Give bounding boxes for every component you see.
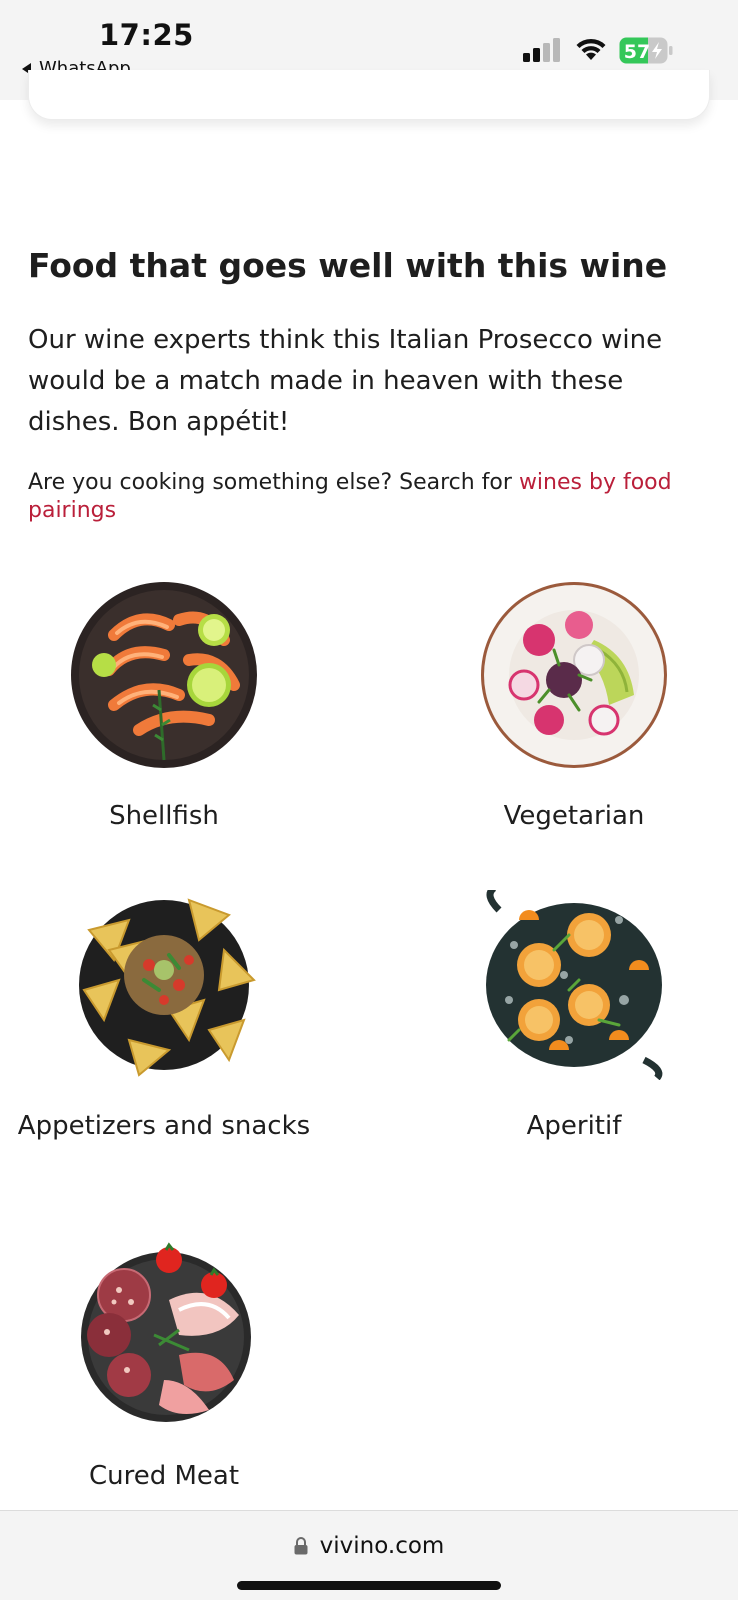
browser-bottom-bar: vivino.com [0, 1510, 738, 1600]
status-time: 17:25 [99, 18, 194, 52]
food-label-shellfish: Shellfish [109, 801, 219, 831]
food-label-cured-meat: Cured Meat [88, 1461, 240, 1491]
food-pairing-description: Our wine experts think this Italian Pros… [28, 325, 663, 437]
url-text: vivino.com [319, 1533, 445, 1559]
shrimp-plate-icon [71, 582, 257, 768]
salad-plate-icon [481, 582, 667, 768]
wifi-icon [576, 38, 606, 60]
battery-level: 57 [624, 41, 650, 63]
food-item-vegetarian[interactable]: Vegetarian [424, 580, 724, 837]
food-item-cured-meat[interactable]: Cured Meat [14, 1240, 314, 1497]
address-bar[interactable]: vivino.com [0, 1533, 738, 1559]
food-item-aperitif[interactable]: Aperitif [424, 890, 724, 1147]
home-indicator[interactable] [237, 1581, 501, 1590]
lock-icon [294, 1537, 308, 1555]
food-label-vegetarian: Vegetarian [503, 801, 645, 831]
food-item-appetizers[interactable]: Appetizers and snacks [14, 890, 314, 1147]
battery-icon: 57 [619, 37, 673, 64]
cellular-signal-icon [523, 38, 560, 62]
food-item-shellfish[interactable]: Shellfish [14, 580, 314, 837]
food-label-aperitif: Aperitif [526, 1111, 622, 1141]
previous-card-bottom [28, 70, 710, 120]
food-label-appetizers: Appetizers and snacks [17, 1111, 311, 1141]
aperitif-tray-icon [486, 890, 663, 1080]
food-search-hint: Are you cooking something else? Search f… [28, 469, 718, 525]
nachos-plate-icon [79, 898, 256, 1077]
charcuterie-plate-icon [81, 1242, 251, 1422]
search-hint-prefix: Are you cooking something else? Search f… [28, 470, 519, 495]
food-pairing-title: Food that goes well with this wine [28, 246, 668, 285]
